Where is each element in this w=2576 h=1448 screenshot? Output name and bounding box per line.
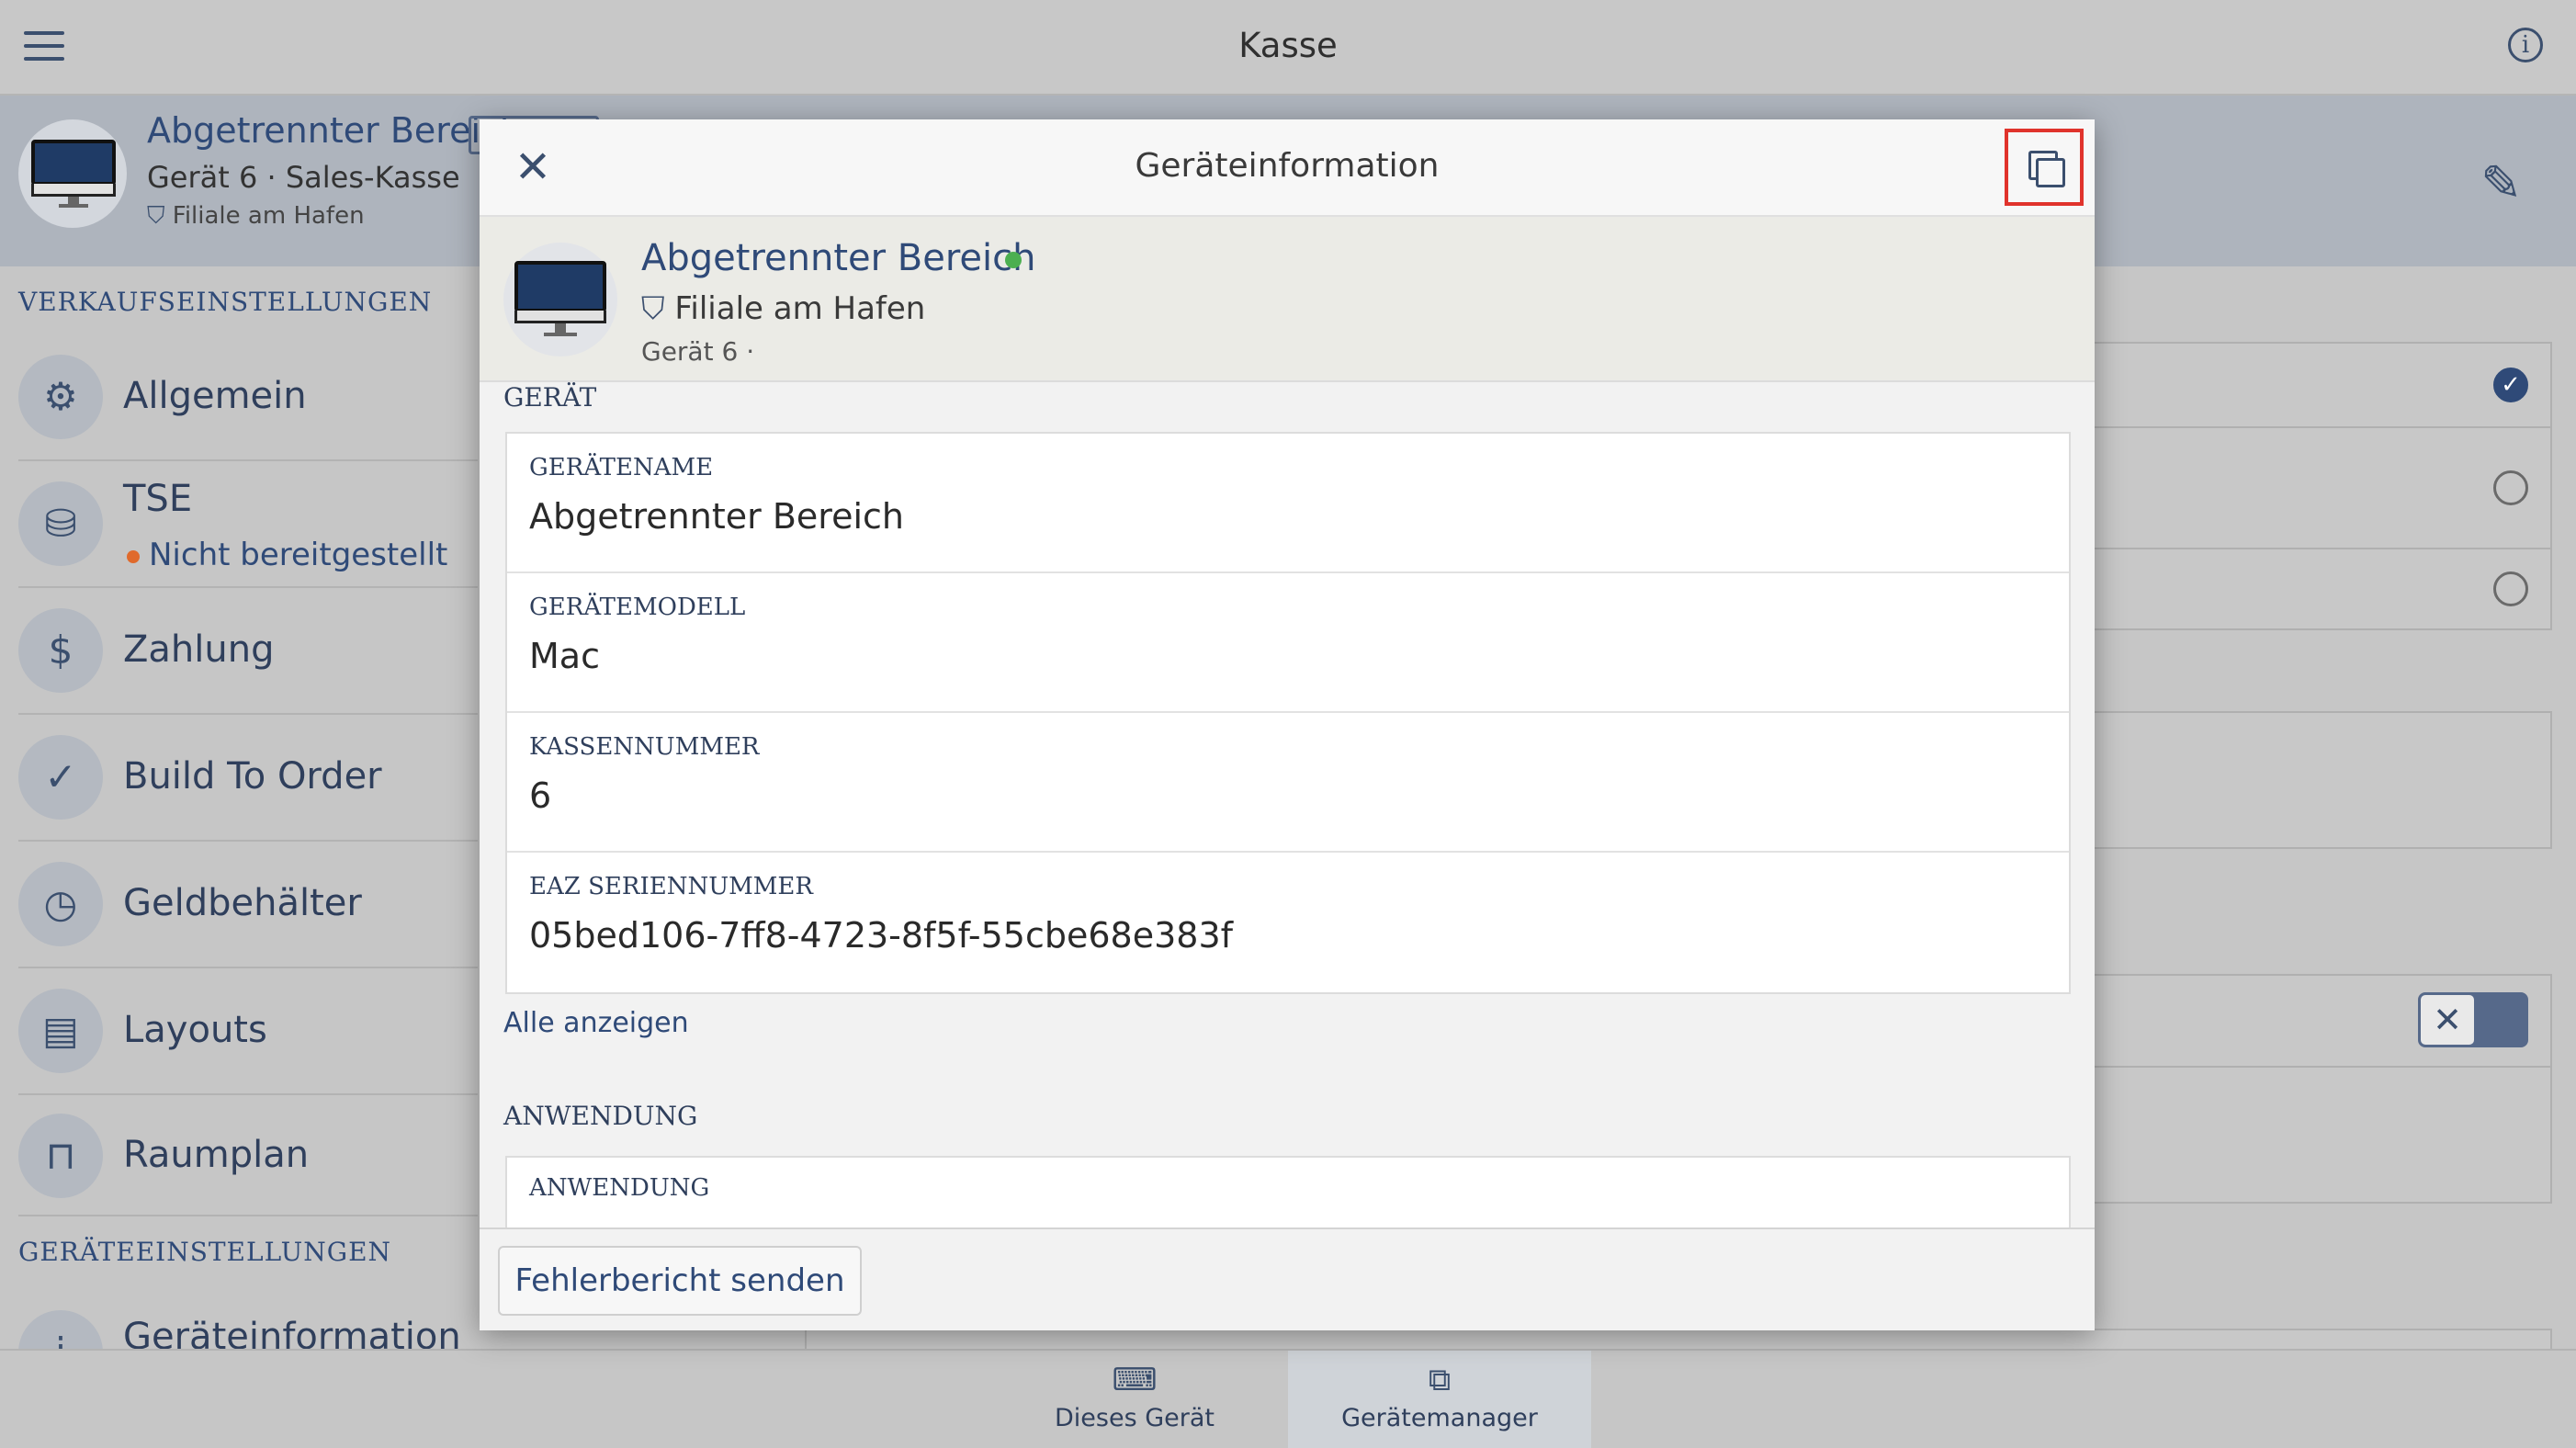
sidebar-item-label: Layouts — [123, 1009, 267, 1051]
modal-device-location: ⛉ Filiale am Hafen — [641, 290, 925, 327]
modal-device-summary: Abgetrennter Bereich ⛉ Filiale am Hafen … — [480, 217, 2095, 382]
copy-button[interactable] — [2005, 129, 2084, 206]
modal-location-text: Filiale am Hafen — [674, 290, 926, 327]
sidebar: VERKAUFSEINSTELLUNGEN ⚙ Allgemein ⛁ TSE … — [0, 268, 478, 1349]
field-kassennummer: KASSENNUMMER 6 — [507, 713, 2069, 853]
sidebar-item-layouts[interactable]: ▤ Layouts — [18, 968, 478, 1095]
device-info-modal: ✕ Geräteinformation Abgetrennter Bereich… — [480, 119, 2095, 1330]
sidebar-item-label: Zahlung — [123, 628, 275, 671]
field-label: KASSENNUMMER — [529, 733, 760, 761]
header-location-text: Filiale am Hafen — [172, 202, 365, 230]
field-label: GERÄTENAME — [529, 454, 714, 481]
sidebar-item-zahlung[interactable]: $ Zahlung — [18, 588, 478, 715]
devices-icon: ⧉ — [1428, 1362, 1452, 1398]
field-eaz-seriennummer: EAZ SERIENNUMMER 05bed106-7ff8-4723-8f5f… — [507, 853, 2069, 992]
radio-option-2[interactable] — [2493, 470, 2528, 505]
sidebar-item-raumplan[interactable]: ⊓ Raumplan — [18, 1095, 478, 1216]
tab-label: Dieses Gerät — [1055, 1404, 1215, 1432]
imac-icon — [514, 261, 606, 338]
menu-icon[interactable] — [24, 31, 64, 62]
tse-status: Nicht bereitgestellt — [127, 537, 447, 573]
tab-dieses-geraet[interactable]: ⌨ Dieses Gerät — [983, 1351, 1286, 1448]
app-title: Kasse — [1238, 26, 1338, 65]
modal-footer: Fehlerbericht senden — [480, 1227, 2095, 1330]
sidebar-item-label: Allgemein — [123, 375, 307, 417]
sidebar-section-device: GERÄTEEINSTELLUNGEN — [18, 1237, 392, 1267]
sidebar-item-tse[interactable]: ⛁ TSE Nicht bereitgestellt — [18, 461, 478, 588]
application-fields-card: ANWENDUNG — [505, 1156, 2071, 1229]
close-icon: ✕ — [2421, 995, 2474, 1045]
edit-icon[interactable]: ✎ — [2480, 154, 2545, 219]
register-icon: ▤ — [18, 989, 103, 1073]
top-bar: Kasse — [0, 0, 2576, 96]
table-icon: ⊓ — [18, 1114, 103, 1198]
tab-label: Gerätemanager — [1341, 1404, 1538, 1432]
send-error-report-button[interactable]: Fehlerbericht senden — [498, 1246, 862, 1316]
field-geraetemodell: GERÄTEMODELL Mac — [507, 573, 2069, 713]
sidebar-item-label: Geräteinformation — [123, 1316, 461, 1349]
field-value: 05bed106-7ff8-4723-8f5f-55cbe68e383f — [529, 915, 1234, 956]
copy-icon-front — [2036, 158, 2065, 187]
field-label: GERÄTEMODELL — [529, 594, 746, 621]
section-title-geraet: GERÄT — [503, 382, 597, 413]
online-status-dot — [1005, 252, 1022, 268]
sidebar-item-label: Raumplan — [123, 1134, 310, 1176]
laptop-icon: ⌨ — [1112, 1362, 1158, 1398]
location-tag-icon: ⛉ — [641, 290, 675, 327]
sidebar-item-allgemein[interactable]: ⚙ Allgemein — [18, 334, 478, 461]
build-to-order-icon: ✓ — [18, 735, 103, 820]
sidebar-item-label: TSE — [123, 478, 193, 520]
radio-option-1[interactable]: ✓ — [2493, 368, 2528, 402]
sidebar-item-label: Build To Order — [123, 755, 382, 798]
modal-body[interactable]: GERÄT GERÄTENAME Abgetrennter Bereich GE… — [480, 382, 2095, 1257]
gear-icon: ⚙ — [18, 355, 103, 439]
modal-header: ✕ Geräteinformation — [480, 119, 2095, 217]
section-title-anwendung: ANWENDUNG — [503, 1101, 698, 1131]
radio-option-3[interactable] — [2493, 571, 2528, 606]
modal-title: Geräteinformation — [1135, 147, 1440, 185]
tse-icon: ⛁ — [18, 481, 103, 566]
modal-device-number: Gerät 6 · — [641, 336, 755, 367]
sidebar-item-geraeteinformation[interactable]: i Geräteinformation — [18, 1283, 478, 1349]
tse-status-text: Nicht bereitgestellt — [149, 537, 448, 573]
toggle-switch[interactable]: ✕ — [2418, 992, 2528, 1047]
device-avatar — [503, 243, 617, 356]
imac-icon — [31, 140, 116, 209]
info-icon[interactable]: i — [2508, 28, 2543, 62]
field-label: ANWENDUNG — [529, 1174, 710, 1202]
modal-device-name: Abgetrennter Bereich — [641, 237, 1036, 279]
header-location: ⛉ Filiale am Hafen — [147, 202, 365, 231]
sidebar-section-sales: VERKAUFSEINSTELLUNGEN — [18, 287, 433, 317]
device-fields-card: GERÄTENAME Abgetrennter Bereich GERÄTEMO… — [505, 432, 2071, 994]
tab-bar: ⌨ Dieses Gerät ⧉ Gerätemanager — [0, 1349, 2576, 1448]
sidebar-item-label: Geldbehälter — [123, 882, 362, 924]
sidebar-item-geldbehaelter[interactable]: ◷ Geldbehälter — [18, 842, 478, 968]
location-tag-icon: ⛉ — [147, 202, 173, 230]
status-dot — [127, 549, 140, 563]
info-icon: i — [18, 1310, 103, 1349]
field-value: Abgetrennter Bereich — [529, 496, 904, 537]
header-device-name: Abgetrennter Bereich — [147, 110, 522, 151]
field-label: EAZ SERIENNUMMER — [529, 873, 813, 900]
sidebar-item-build-to-order[interactable]: ✓ Build To Order — [18, 715, 478, 842]
header-device-subtitle: Gerät 6 · Sales-Kasse — [147, 160, 460, 195]
field-value: Mac — [529, 636, 600, 676]
field-geraetename: GERÄTENAME Abgetrennter Bereich — [507, 434, 2069, 573]
device-avatar — [18, 119, 127, 228]
payment-icon: $ — [18, 608, 103, 693]
cash-drawer-icon: ◷ — [18, 862, 103, 946]
show-all-link[interactable]: Alle anzeigen — [503, 1007, 689, 1039]
field-value: 6 — [529, 775, 552, 816]
tab-geraetemanager[interactable]: ⧉ Gerätemanager — [1288, 1351, 1591, 1448]
